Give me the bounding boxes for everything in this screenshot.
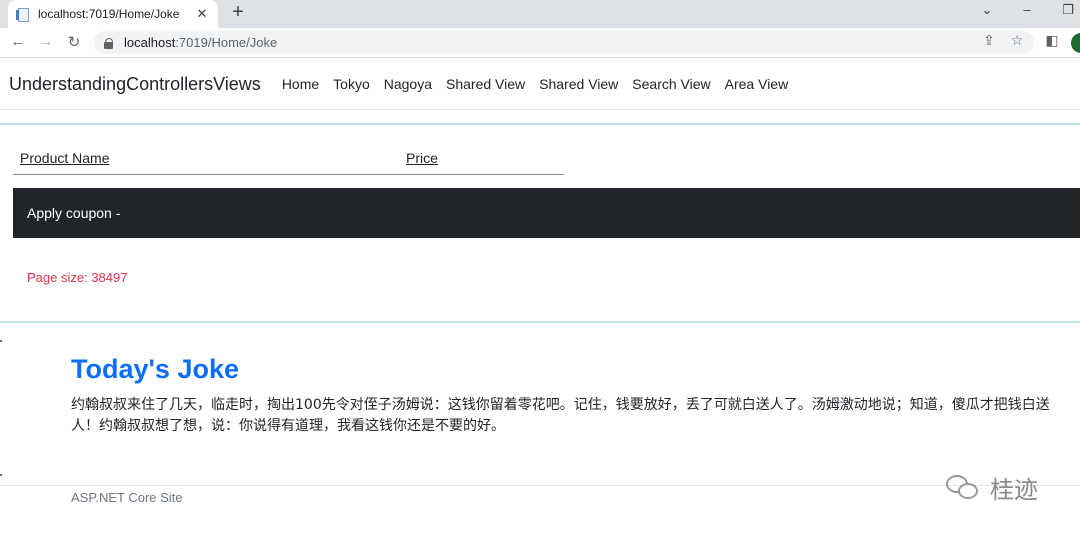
forward-icon[interactable]: → <box>36 33 56 50</box>
minimize-icon[interactable]: – <box>1017 2 1037 17</box>
divider <box>0 321 1080 323</box>
sidepanel-icon[interactable]: ◧ <box>1043 32 1061 49</box>
divider <box>0 123 1080 125</box>
joke-text: 约翰叔叔来住了几天，临走时，掏出100先令对侄子汤姆说：这钱你留着零花吧。记住，… <box>71 397 1050 434</box>
coupon-label: Apply coupon - <box>27 205 121 221</box>
tab-title: localhost:7019/Home/Joke <box>38 7 180 21</box>
reload-icon[interactable]: ↻ <box>64 33 84 51</box>
nav-link-shared-view-1[interactable]: Shared View <box>446 76 525 92</box>
footer: ASP.NET Core Site <box>0 485 1080 533</box>
page-title: Today's Joke <box>71 354 239 384</box>
nav-link-home[interactable]: Home <box>282 76 319 92</box>
edge-mark <box>0 340 2 342</box>
watermark: 桂迹 <box>946 470 1038 505</box>
browser-tab[interactable]: localhost:7019/Home/Joke ✕ <box>8 0 218 28</box>
column-header-price[interactable]: Price <box>406 150 438 166</box>
profile-avatar[interactable] <box>1071 33 1080 53</box>
brand-link[interactable]: UnderstandingControllersViews <box>9 74 261 95</box>
address-bar[interactable]: localhost:7019/Home/Joke <box>94 31 1034 54</box>
browser-toolbar: ← → ↻ localhost:7019/Home/Joke ⇪ ☆ ◧ <box>0 28 1080 58</box>
restore-icon[interactable]: ❐ <box>1058 2 1078 18</box>
page-size-text: Page size: 38497 <box>27 270 128 285</box>
nav-link-nagoya[interactable]: Nagoya <box>384 76 432 92</box>
product-table: Product Name Price <box>13 140 564 175</box>
nav-link-shared-view-2[interactable]: Shared View <box>539 76 618 92</box>
back-icon[interactable]: ← <box>8 33 28 50</box>
nav-link-area-view[interactable]: Area View <box>725 76 789 92</box>
plus-icon[interactable]: + <box>228 1 248 24</box>
watermark-text: 桂迹 <box>990 476 1038 504</box>
edge-mark <box>0 474 2 476</box>
footer-text: ASP.NET Core Site <box>71 490 183 505</box>
share-icon[interactable]: ⇪ <box>980 32 998 49</box>
close-icon[interactable]: ✕ <box>194 6 210 22</box>
star-icon[interactable]: ☆ <box>1008 32 1026 49</box>
site-navbar: UnderstandingControllersViews Home Tokyo… <box>0 59 1080 110</box>
tab-strip: localhost:7019/Home/Joke ✕ + ⌄ – ❐ <box>0 0 1080 28</box>
column-header-product-name[interactable]: Product Name <box>20 150 109 166</box>
nav-link-search-view[interactable]: Search View <box>632 76 710 92</box>
favicon-icon <box>16 7 30 22</box>
coupon-bar: Apply coupon - <box>13 188 1080 238</box>
wechat-icon <box>946 473 980 503</box>
chevron-down-icon[interactable]: ⌄ <box>977 2 997 18</box>
url-text: localhost:7019/Home/Joke <box>124 35 278 50</box>
nav-link-tokyo[interactable]: Tokyo <box>333 76 370 92</box>
lock-icon[interactable] <box>104 37 114 49</box>
